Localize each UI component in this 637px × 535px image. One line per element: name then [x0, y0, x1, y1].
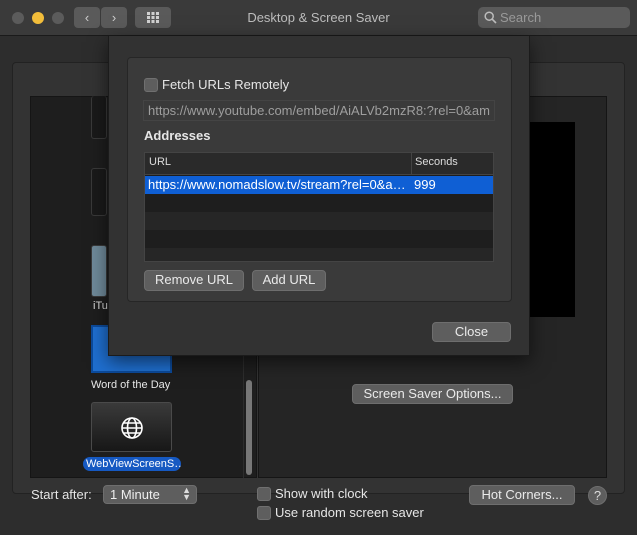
word-of-the-day-label: Word of the Day — [91, 379, 171, 391]
webview-screensaver-label: WebViewScreenS… — [83, 457, 181, 471]
help-button[interactable]: ? — [588, 486, 607, 505]
start-after-select[interactable]: 1 Minute ▲ ▼ — [103, 485, 197, 504]
globe-icon — [121, 417, 143, 439]
search-field[interactable] — [478, 7, 630, 28]
use-random-screen-saver-label: Use random screen saver — [275, 505, 424, 520]
screen-saver-thumbnail[interactable] — [91, 168, 107, 216]
empty-table-row — [145, 230, 493, 248]
addresses-heading: Addresses — [144, 128, 211, 143]
column-header-url[interactable]: URL — [149, 156, 171, 168]
fetch-urls-remotely-checkbox[interactable] — [144, 78, 158, 92]
start-after-value: 1 Minute — [110, 487, 160, 502]
hot-corners-button[interactable]: Hot Corners... — [469, 485, 575, 505]
remote-url-field[interactable]: https://www.youtube.com/embed/AiALVb2mzR… — [143, 100, 495, 121]
empty-table-row — [145, 194, 493, 212]
table-header: URL Seconds — [145, 153, 493, 175]
start-after-label: Start after: — [31, 487, 92, 502]
use-random-screen-saver-checkbox[interactable] — [257, 506, 271, 520]
title-bar: ‹ › Desktop & Screen Saver — [0, 0, 637, 36]
empty-table-row — [145, 212, 493, 230]
add-url-button[interactable]: Add URL — [252, 270, 326, 291]
show-with-clock-label: Show with clock — [275, 486, 368, 501]
system-preferences-window: ‹ › Desktop & Screen Saver Search iTu Wo… — [0, 0, 637, 535]
column-header-seconds[interactable]: Seconds — [415, 156, 458, 168]
column-divider — [411, 153, 412, 175]
addresses-table[interactable]: URL Seconds https://www.nomadslow.tv/str… — [144, 152, 494, 262]
fetch-urls-remotely-label: Fetch URLs Remotely — [162, 77, 290, 92]
close-button[interactable]: Close — [432, 322, 511, 342]
search-input[interactable] — [500, 9, 622, 26]
row-seconds: 999 — [414, 177, 436, 192]
screen-saver-options-button[interactable]: Screen Saver Options... — [352, 384, 513, 404]
webview-screensaver-thumbnail[interactable] — [91, 402, 172, 452]
empty-table-row — [145, 248, 493, 261]
screen-saver-thumbnail[interactable] — [91, 96, 107, 139]
row-url: https://www.nomadslow.tv/stream?rel=0&au… — [148, 177, 408, 192]
itunes-artwork-label: iTu — [93, 300, 108, 312]
search-icon — [484, 11, 497, 24]
show-with-clock-checkbox[interactable] — [257, 487, 271, 501]
table-row[interactable]: https://www.nomadslow.tv/stream?rel=0&au… — [145, 176, 493, 194]
list-scrollbar-thumb[interactable] — [246, 380, 252, 475]
remove-url-button[interactable]: Remove URL — [144, 270, 244, 291]
updown-chevron-icon: ▲ ▼ — [182, 485, 191, 502]
itunes-artwork-thumbnail[interactable] — [91, 245, 107, 297]
